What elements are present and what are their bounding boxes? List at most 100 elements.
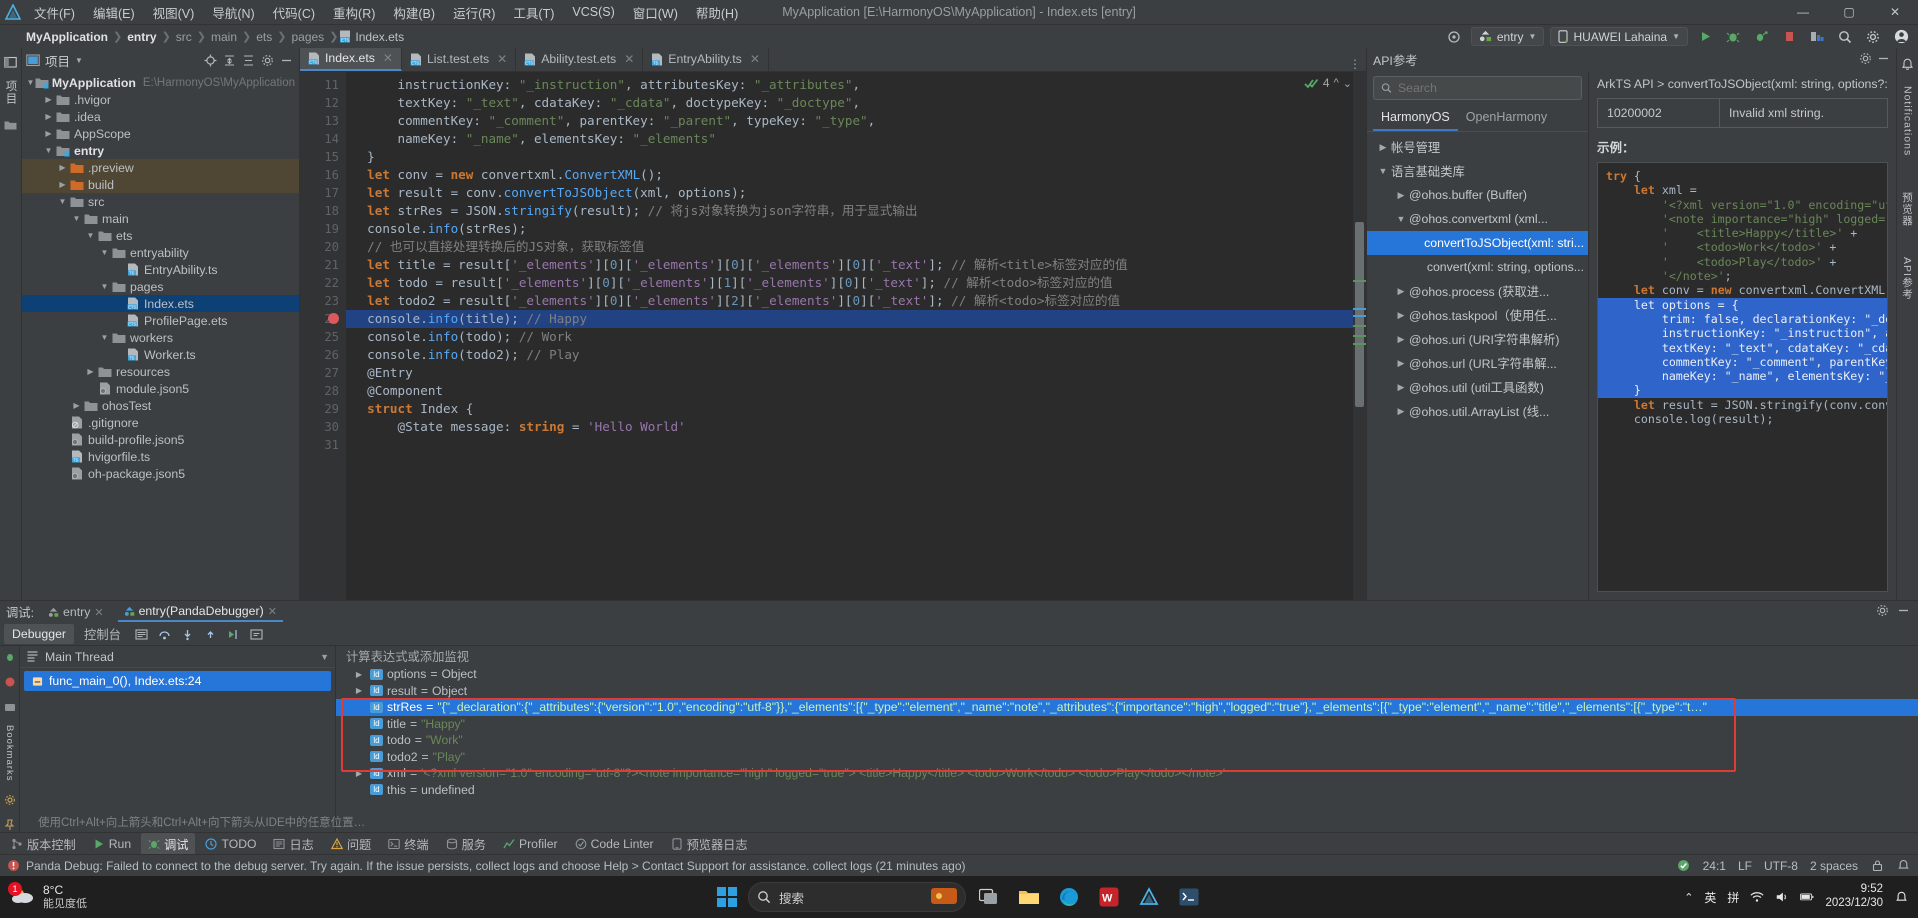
tool-window-problem[interactable]: 问题 [324, 833, 378, 855]
locate-file-icon[interactable] [202, 52, 219, 69]
breadcrumb-ets[interactable]: ets [252, 30, 276, 44]
variable-row[interactable]: ld todo = "Work" [336, 732, 1918, 749]
project-rail-icon[interactable] [3, 54, 19, 70]
target-icon[interactable] [1443, 27, 1465, 47]
taskbar-app-explorer[interactable] [1012, 881, 1046, 913]
code-line[interactable]: console.info(strRes); [346, 220, 1366, 238]
project-tree-item-oh-package-json5[interactable]: oh-package.json5 [22, 465, 299, 482]
debug-rail-bug-icon[interactable] [2, 650, 18, 663]
code-line[interactable]: instructionKey: "_instruction", attribut… [346, 76, 1366, 94]
menu-item-tools[interactable]: 工具(T) [505, 0, 562, 25]
api-tree-item[interactable]: ▼ 语言基础类库 [1367, 159, 1588, 183]
menu-item-code[interactable]: 代码(C) [265, 0, 323, 25]
project-tree-item--hvigor[interactable]: ▶ .hvigor [22, 91, 299, 108]
notifications-rail-label[interactable]: Notifications [1902, 86, 1914, 156]
tool-window-terminal[interactable]: 终端 [381, 833, 435, 855]
code-line[interactable]: nameKey: "_name", elementsKey: "_element… [346, 130, 1366, 148]
inspection-widget[interactable]: 4 ^ ⌄ [1304, 76, 1352, 90]
debug-rail-settings-icon[interactable] [2, 794, 18, 807]
chevron-down-icon[interactable]: ▼ [1393, 214, 1409, 224]
language-indicator[interactable]: 英 [1704, 889, 1716, 906]
expand-all-icon[interactable] [221, 52, 238, 69]
tool-window-linter[interactable]: Code Linter [568, 835, 661, 853]
stack-frame-item[interactable]: func_main_0(), Index.ets:24 [24, 671, 331, 691]
tool-window-todo[interactable]: TODO [198, 835, 263, 853]
project-tree-item-ohostest[interactable]: ▶ ohosTest [22, 397, 299, 414]
tab-debugger[interactable]: Debugger [4, 624, 75, 644]
project-tree-item-index-ets[interactable]: ETS Index.ets [22, 295, 299, 312]
chevron-right-icon[interactable]: ▶ [1393, 406, 1409, 417]
chevron-down-icon[interactable]: ▼ [56, 197, 69, 206]
tab-openharmony[interactable]: OpenHarmony [1458, 106, 1555, 131]
tab-console[interactable]: 控制台 [76, 622, 129, 646]
breakpoint-icon[interactable] [328, 313, 339, 324]
menu-item-file[interactable]: 文件(F) [26, 0, 83, 25]
stop-button[interactable] [1778, 27, 1800, 47]
debug-subtab-bar[interactable]: Debugger 控制台 [0, 623, 1918, 646]
search-icon[interactable] [1834, 27, 1856, 47]
menu-item-run[interactable]: 运行(R) [445, 0, 503, 25]
breadcrumb[interactable]: MyApplication ❯ entry ❯ src ❯ main ❯ ets ❯ pa… [22, 30, 404, 44]
api-tree-item[interactable]: convertToJSObject(xml: stri... [1367, 231, 1588, 255]
api-tree-item[interactable]: ▶ @ohos.util (util工具函数) [1367, 375, 1588, 399]
evaluate-expression-icon[interactable] [246, 625, 267, 644]
menu-item-help[interactable]: 帮助(H) [688, 0, 746, 25]
taskbar-app-terminal[interactable] [1172, 881, 1206, 913]
code-line[interactable]: } [346, 148, 1366, 166]
code-line[interactable]: let strRes = JSON.stringify(result); // … [346, 202, 1366, 220]
project-tree-item-worker-ts[interactable]: TS Worker.ts [22, 346, 299, 363]
variable-row[interactable]: ▶ ld result = Object [336, 683, 1918, 700]
code-line[interactable]: console.info(todo2); // Play [346, 346, 1366, 364]
close-icon[interactable]: ✕ [624, 52, 634, 66]
chevron-right-icon[interactable]: ▶ [84, 367, 97, 376]
previewer-rail-label[interactable]: 预览器 [1900, 192, 1915, 227]
thread-selector[interactable]: Main Thread ▼ [20, 646, 335, 668]
api-tree-item[interactable]: ▶ @ohos.process (获取进... [1367, 279, 1588, 303]
caret-position[interactable]: 24:1 [1703, 859, 1726, 873]
hide-panel-icon[interactable] [1877, 52, 1890, 68]
notification-center-icon[interactable] [1894, 890, 1908, 904]
notification-bell-icon[interactable] [1896, 859, 1910, 873]
editor-tab-index-ets[interactable]: ETS Index.ets ✕ [300, 47, 402, 71]
close-icon[interactable]: ✕ [94, 606, 103, 619]
tool-window-debug[interactable]: 调试 [141, 832, 196, 855]
chevron-right-icon[interactable]: ▶ [42, 129, 55, 138]
hide-panel-icon[interactable] [1897, 604, 1910, 620]
editor-scrollbar[interactable] [1353, 72, 1366, 600]
debug-button[interactable] [1722, 27, 1744, 47]
api-tree-item[interactable]: ▶ 帐号管理 [1367, 135, 1588, 159]
project-tree-item-pages[interactable]: ▼ pages [22, 278, 299, 295]
variables-list[interactable]: ▶ ld options = Object ▶ ld result = Object ld strRe… [336, 666, 1918, 798]
chevron-down-icon[interactable]: ▼ [320, 652, 329, 662]
project-tree-item-build[interactable]: ▶ build [22, 176, 299, 193]
attach-debugger-button[interactable] [1750, 27, 1772, 47]
breadcrumb-pages[interactable]: pages [287, 30, 328, 44]
run-configuration-selector[interactable]: entry ▼ [1470, 27, 1545, 46]
menu-item-refactor[interactable]: 重构(R) [325, 0, 383, 25]
line-separator[interactable]: LF [1738, 859, 1752, 873]
run-to-cursor-icon[interactable] [223, 625, 244, 644]
account-avatar-icon[interactable] [1890, 27, 1912, 47]
console-view-icon[interactable] [131, 625, 152, 644]
api-reference-rail-label[interactable]: API参考 [1900, 257, 1915, 300]
chevron-right-icon[interactable]: ▶ [1393, 358, 1409, 369]
menu-item-edit[interactable]: 编辑(E) [85, 0, 143, 25]
code-line[interactable]: console.info(todo); // Work [346, 328, 1366, 346]
step-out-icon[interactable] [200, 625, 221, 644]
editor-tab-bar[interactable]: ETS Index.ets ✕ ETS List.test.ets ✕ ETS Ability… [300, 47, 1366, 72]
editor-tab-ability-test-ets[interactable]: ETS Ability.test.ets ✕ [516, 47, 644, 71]
debug-session-tab-panda[interactable]: entry(PandaDebugger) ✕ [117, 602, 283, 622]
breadcrumb-project[interactable]: MyApplication [22, 30, 112, 44]
menu-item-build[interactable]: 构建(B) [385, 0, 443, 25]
step-into-icon[interactable] [177, 625, 198, 644]
code-editor[interactable]: 11 12 13 14 15 16 17 18 19 20 21 22 23 24 25 26 27 28 29 30… [300, 72, 1366, 600]
file-encoding[interactable]: UTF-8 [1764, 859, 1798, 873]
chevron-right-icon[interactable]: ▶ [56, 180, 69, 189]
taskbar-app-deveco[interactable] [1132, 881, 1166, 913]
variable-row[interactable]: ▶ ld xml = '<?xml version="1.0" encoding="ut… [336, 765, 1918, 782]
editor-tab-list-test-ets[interactable]: ETS List.test.ets ✕ [402, 47, 517, 71]
project-tree-item-src[interactable]: ▼ src [22, 193, 299, 210]
chevron-right-icon[interactable]: ▶ [352, 670, 366, 679]
ime-indicator[interactable]: 拼 [1727, 889, 1739, 906]
api-tree-item[interactable]: ▶ @ohos.uri (URI字符串解析) [1367, 327, 1588, 351]
